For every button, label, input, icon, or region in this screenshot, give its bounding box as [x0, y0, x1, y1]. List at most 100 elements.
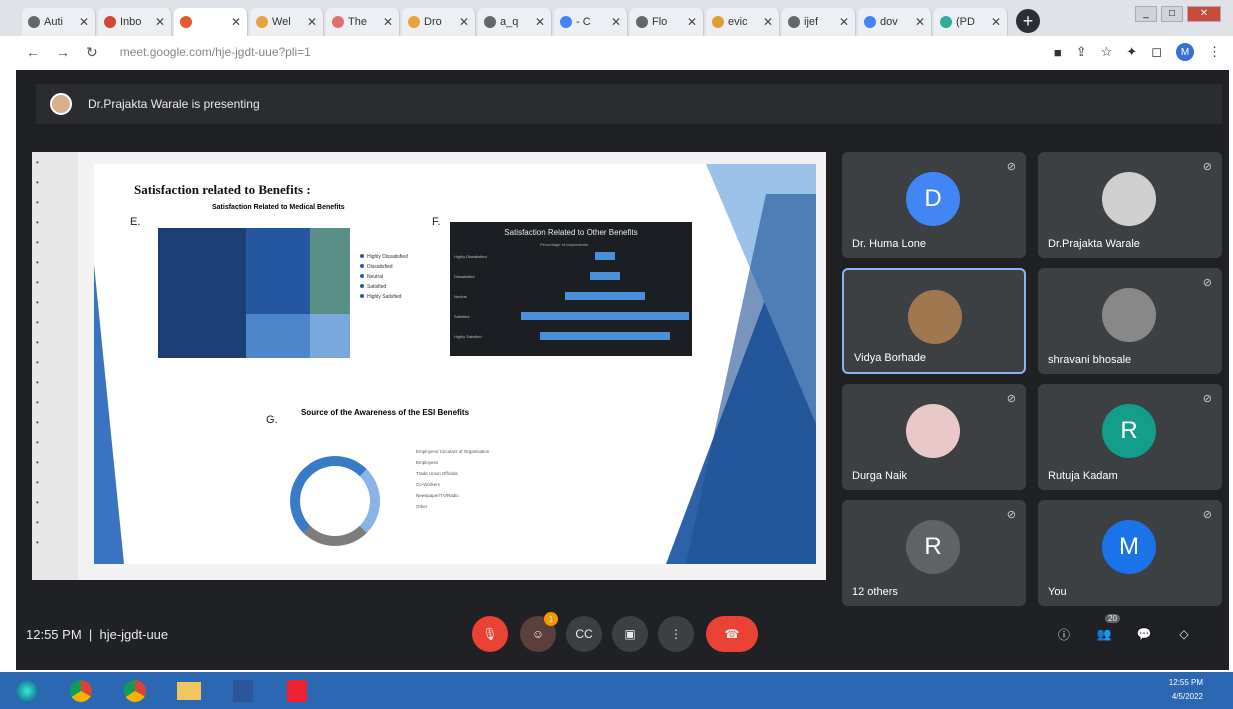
browser-tab[interactable]: Flo ✕ [630, 8, 704, 36]
info-icon[interactable]: ⓘ [1046, 616, 1082, 652]
browser-tab[interactable]: Auti ✕ [22, 8, 96, 36]
slide-thumb[interactable]: • [32, 192, 78, 212]
tab-close-icon[interactable]: ✕ [383, 15, 393, 29]
slide-decoration-left [94, 264, 124, 564]
slide-thumb[interactable]: • [32, 412, 78, 432]
reaction-button[interactable]: 1 ☺ [520, 612, 558, 652]
more-options-button[interactable]: ⋮ [658, 616, 694, 652]
tab-strip: Auti ✕ Inbo ✕ ✕ Wel ✕ The ✕ Dro ✕ a_q ✕ - C ✕ Flo ✕ evic ✕… [0, 0, 1233, 36]
tab-title: Auti [44, 16, 63, 28]
browser-tab[interactable]: Dro ✕ [402, 8, 476, 36]
browser-tab[interactable]: Inbo ✕ [98, 8, 172, 36]
tab-close-icon[interactable]: ✕ [459, 15, 469, 29]
slide-thumb[interactable]: • [32, 352, 78, 372]
legend-item: Neutral [360, 272, 408, 282]
slide-thumb[interactable]: • [32, 212, 78, 232]
participant-tile[interactable]: R Rutuja Kadam ⊘ [1038, 384, 1222, 490]
bar-label: Highly Satisfied [454, 334, 482, 339]
share-icon[interactable]: ⇪ [1076, 44, 1087, 60]
chat-icon[interactable]: 💬 [1126, 616, 1162, 652]
participant-avatar [1102, 172, 1156, 226]
browser-tab[interactable]: Wel ✕ [250, 8, 324, 36]
tab-close-icon[interactable]: ✕ [763, 15, 773, 29]
profile-avatar[interactable]: M [1176, 43, 1194, 61]
participant-tile[interactable]: R 12 others ⊘ [842, 500, 1026, 606]
slide-thumb[interactable]: • [32, 532, 78, 552]
slide-thumb[interactable]: • [32, 332, 78, 352]
slide-thumb[interactable]: • [32, 272, 78, 292]
slide-thumb[interactable]: • [32, 252, 78, 272]
tab-close-icon[interactable]: ✕ [687, 15, 697, 29]
camera-icon[interactable]: ■ [1054, 45, 1062, 60]
browser-tab[interactable]: The ✕ [326, 8, 400, 36]
toolbar-icons: ■ ⇪ ☆ ✦ ◻ M ⋮ [1054, 43, 1221, 61]
participant-tile[interactable]: Vidya Borhade [842, 268, 1026, 374]
tab-close-icon[interactable]: ✕ [839, 15, 849, 29]
extensions-icon[interactable]: ✦ [1126, 44, 1137, 60]
slide-thumb[interactable]: • [32, 512, 78, 532]
tab-close-icon[interactable]: ✕ [535, 15, 545, 29]
participant-tile[interactable]: Durga Naik ⊘ [842, 384, 1026, 490]
presenting-bar: Dr.Prajakta Warale is presenting [36, 84, 1222, 124]
slide-thumb[interactable]: • [32, 172, 78, 192]
forward-icon[interactable]: → [56, 44, 70, 60]
star-icon[interactable]: ☆ [1101, 44, 1113, 60]
browser-tab[interactable]: dov ✕ [858, 8, 932, 36]
slide-thumb[interactable]: • [32, 472, 78, 492]
browser-tab[interactable]: a_q ✕ [478, 8, 552, 36]
legend-item: Highly Dissatisfied [360, 252, 408, 262]
chrome-taskbar-icon[interactable] [54, 672, 108, 709]
legend-item: Highly Satisfied [360, 292, 408, 302]
tabsearch-icon[interactable]: ◻ [1151, 44, 1162, 60]
slide-thumb[interactable]: • [32, 152, 78, 172]
participant-tile[interactable]: M You ⊘ [1038, 500, 1222, 606]
tab-close-icon[interactable]: ✕ [611, 15, 621, 29]
participant-tile[interactable]: shravani bhosale ⊘ [1038, 268, 1222, 374]
people-icon[interactable]: 👥 20 [1086, 614, 1122, 652]
url-field[interactable]: meet.google.com/hje-jgdt-uue?pli=1 [120, 45, 311, 59]
slide-thumb[interactable]: • [32, 292, 78, 312]
present-button[interactable]: ▣ [612, 616, 648, 652]
app-icon[interactable] [270, 672, 324, 709]
tab-favicon-icon [28, 16, 40, 28]
maximize-button[interactable]: □ [1161, 6, 1183, 22]
tab-close-icon[interactable]: ✕ [231, 15, 241, 29]
browser-tab[interactable]: - C ✕ [554, 8, 628, 36]
word-icon[interactable] [216, 672, 270, 709]
start-button[interactable] [0, 672, 54, 709]
label-f: F. [432, 216, 441, 228]
meet-window: Dr.Prajakta Warale is presenting • • • •… [16, 70, 1229, 670]
activities-icon[interactable]: ◇ [1166, 616, 1202, 652]
tab-close-icon[interactable]: ✕ [79, 15, 89, 29]
browser-tab[interactable]: ijef ✕ [782, 8, 856, 36]
minimize-button[interactable]: _ [1135, 6, 1157, 22]
mic-button[interactable]: 🎙 [472, 616, 508, 652]
slide-thumb[interactable]: • [32, 452, 78, 472]
reload-icon[interactable]: ↻ [86, 44, 98, 61]
legend-item: Newspaper/TV/Radio [416, 493, 459, 498]
slide-thumb[interactable]: • [32, 232, 78, 252]
slide-thumb[interactable]: • [32, 492, 78, 512]
tab-close-icon[interactable]: ✕ [915, 15, 925, 29]
chrome-taskbar-icon-2[interactable] [108, 672, 162, 709]
slide-thumb[interactable]: • [32, 372, 78, 392]
slide-thumb[interactable]: • [32, 312, 78, 332]
new-tab-button[interactable]: + [1016, 9, 1040, 33]
leave-call-button[interactable]: ☎ [706, 616, 758, 652]
taskbar: 12:55 PM 4/5/2022 [0, 672, 1233, 709]
close-window-button[interactable]: ✕ [1187, 6, 1221, 22]
browser-tab[interactable]: evic ✕ [706, 8, 780, 36]
slide-thumb[interactable]: • [32, 432, 78, 452]
folder-icon[interactable] [162, 672, 216, 709]
browser-tab[interactable]: ✕ [174, 8, 248, 36]
participant-tile[interactable]: D Dr. Huma Lone ⊘ [842, 152, 1026, 258]
captions-button[interactable]: CC [566, 616, 602, 652]
back-icon[interactable]: ← [26, 44, 40, 60]
tab-close-icon[interactable]: ✕ [155, 15, 165, 29]
browser-tab[interactable]: (PD ✕ [934, 8, 1008, 36]
tab-close-icon[interactable]: ✕ [307, 15, 317, 29]
participant-tile[interactable]: Dr.Prajakta Warale ⊘ [1038, 152, 1222, 258]
menu-icon[interactable]: ⋮ [1208, 44, 1221, 60]
tab-close-icon[interactable]: ✕ [991, 15, 1001, 29]
slide-thumb[interactable]: • [32, 392, 78, 412]
